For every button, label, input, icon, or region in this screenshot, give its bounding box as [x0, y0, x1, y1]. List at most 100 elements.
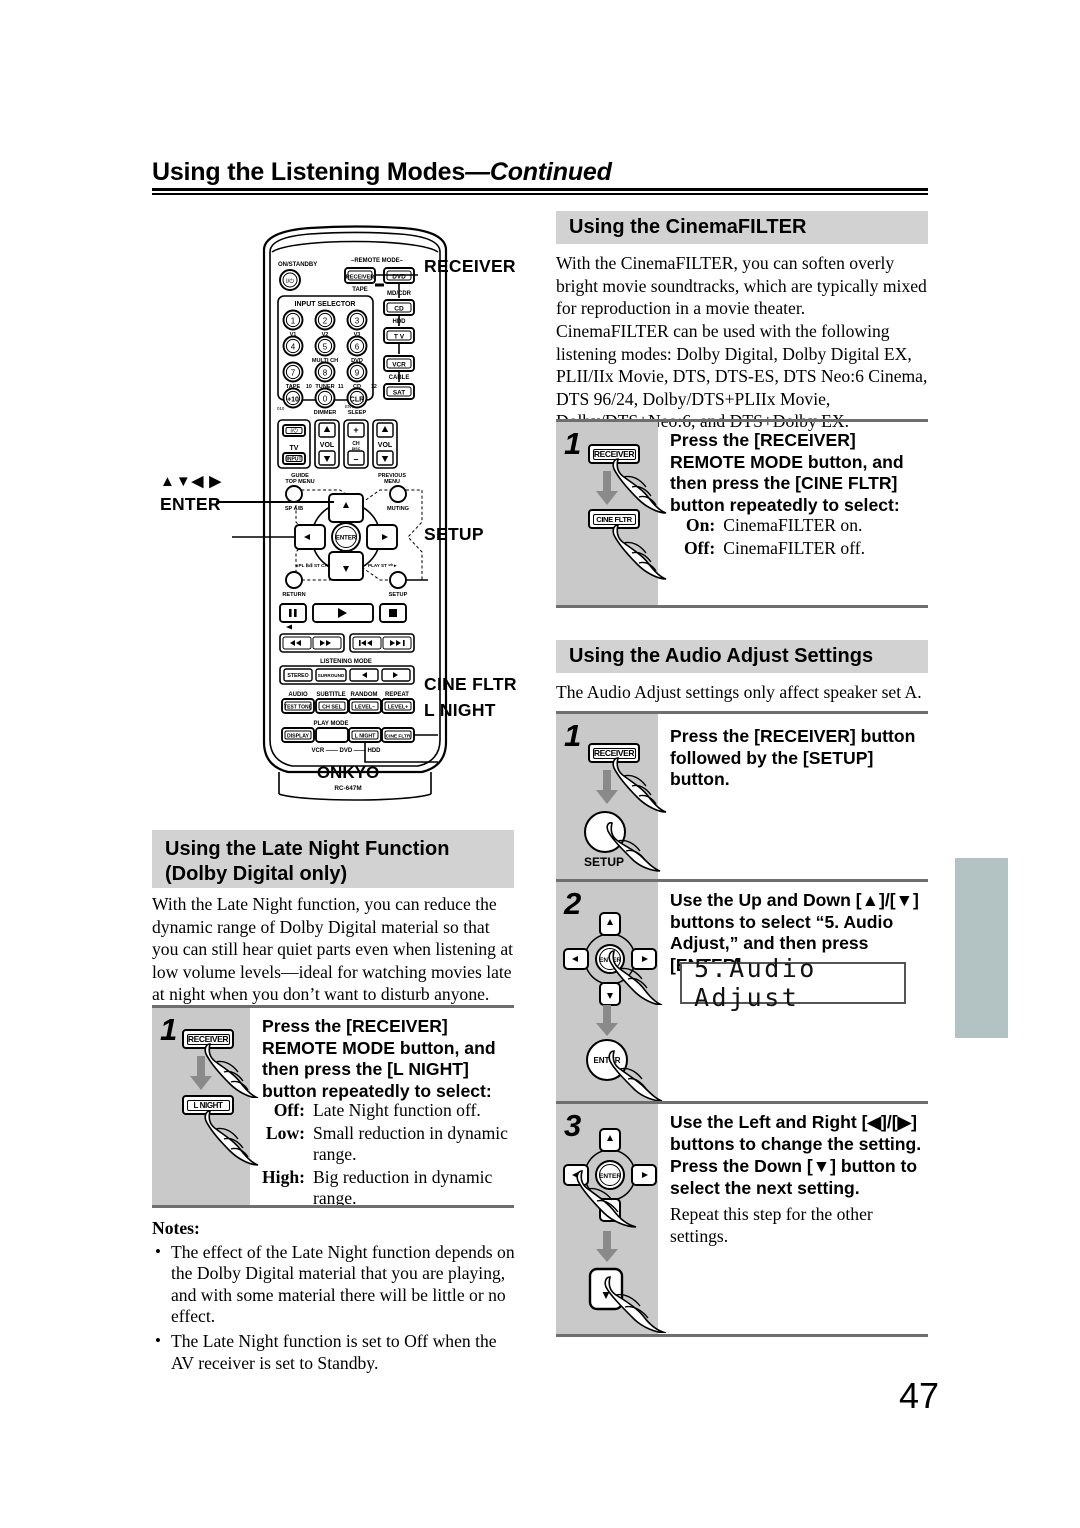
svg-text:INPUT SELECTOR: INPUT SELECTOR — [295, 301, 356, 308]
svg-text:CD: CD — [394, 306, 404, 313]
note-item: The Late Night function is set to Off wh… — [152, 1330, 518, 1374]
pointing-hand-icon — [608, 950, 663, 1005]
svg-text:VOL: VOL — [378, 442, 393, 449]
pointing-hand-icon-2 — [204, 1110, 259, 1166]
option-row: Off: Late Night function off. — [262, 1100, 514, 1123]
svg-text:RC-647M: RC-647M — [334, 785, 361, 792]
step-instruction-text: Press the [RECEIVER] REMOTE MODE button,… — [262, 1016, 496, 1101]
cinemafilter-paragraph-1: With the CinemaFILTER, you can soften ov… — [556, 253, 927, 319]
page-title: Using the Listening Modes—Continued — [152, 158, 928, 187]
svg-text:RETURN: RETURN — [282, 592, 305, 598]
svg-text:CH SEL: CH SEL — [322, 705, 342, 711]
step-instruction-text: Press the [RECEIVER] button followed by … — [670, 726, 916, 789]
header-rule-thick — [152, 188, 928, 191]
svg-text:+: + — [353, 425, 358, 435]
svg-text:–REMOTE MODE–: –REMOTE MODE– — [351, 258, 404, 264]
svg-text:ENTER: ENTER — [336, 536, 357, 542]
pointing-hand-icon — [612, 458, 667, 514]
audio-adjust-bottom-rule — [556, 1334, 928, 1337]
svg-text:3: 3 — [355, 317, 360, 326]
section-title-late-night: Using the Late Night Function (Dolby Dig… — [152, 830, 514, 888]
late-night-step-1: 1 RECEIVER L NIGHT Press the [RECEIVER] … — [152, 1005, 514, 1208]
late-night-bottom-rule — [152, 1205, 514, 1208]
svg-text:TEST TONE: TEST TONE — [284, 705, 313, 711]
down-arrow-icon — [596, 1231, 618, 1262]
notes-list: The effect of the Late Night function de… — [152, 1241, 518, 1375]
svg-text:4: 4 — [291, 343, 296, 352]
page-side-tab — [955, 858, 1008, 1038]
callout-leader-enter — [216, 501, 334, 503]
late-night-title-line-1: Using the Late Night Function — [165, 838, 450, 860]
svg-text:SURROUND: SURROUND — [318, 673, 345, 678]
manual-page: Using the Listening Modes—Continued .ol{… — [0, 0, 1080, 1528]
svg-text:ON/STANDBY: ON/STANDBY — [278, 262, 317, 268]
svg-text:TAPE: TAPE — [352, 287, 368, 293]
svg-text:10: 10 — [306, 384, 312, 390]
svg-text:RECEIVER: RECEIVER — [346, 275, 375, 281]
svg-text:LISTENING MODE: LISTENING MODE — [320, 659, 372, 665]
audio-adjust-step-1: 1 RECEIVER SETUP Press the [RECEIVER] bu… — [556, 711, 928, 879]
svg-text:LEVEL+: LEVEL+ — [388, 705, 409, 711]
pointing-hand-icon — [612, 757, 667, 813]
pointing-hand-icon-2 — [606, 822, 661, 872]
notes-block: Notes: The effect of the Late Night func… — [152, 1218, 518, 1377]
svg-text:SP A/B: SP A/B — [285, 506, 303, 512]
svg-text:SLEEP: SLEEP — [348, 410, 367, 416]
svg-text:L NIGHT: L NIGHT — [355, 734, 376, 740]
cinemafilter-paragraph-2: CinemaFILTER can be used with the follow… — [556, 321, 928, 431]
step-number: 1 — [564, 718, 582, 753]
svg-text:8: 8 — [323, 369, 328, 378]
pointing-hand-icon — [576, 1170, 637, 1228]
svg-text:TOP MENU: TOP MENU — [285, 479, 314, 485]
step-instruction-text-b: Press the Down [▼] button to select the … — [670, 1156, 918, 1198]
svg-text:+10: +10 — [287, 397, 299, 404]
option-row: High: Big reduction in dynamic range. — [262, 1167, 514, 1211]
svg-text:MUTING: MUTING — [387, 506, 409, 512]
svg-text:DIMMER: DIMMER — [314, 410, 337, 416]
svg-text:7: 7 — [291, 369, 296, 378]
svg-text:ENT: ENT — [345, 404, 354, 409]
svg-text:T V: T V — [394, 334, 405, 341]
page-title-continued: —Continued — [465, 158, 612, 186]
svg-text:VOL: VOL — [320, 442, 335, 449]
callout-l-night: L NIGHT — [424, 700, 496, 720]
callout-setup: SETUP — [424, 524, 484, 544]
option-value: CinemaFILTER off. — [723, 537, 865, 558]
callout-cine-fltr: CINE FLTR — [424, 674, 517, 694]
notes-heading: Notes: — [152, 1218, 200, 1238]
cinemafilter-options: On: CinemaFILTER on. Off: CinemaFILTER o… — [684, 515, 928, 560]
svg-text:TV: TV — [290, 445, 299, 452]
svg-text:SUBTITLE: SUBTITLE — [316, 692, 345, 698]
cinemafilter-step-1: 1 RECEIVER CINE FLTR Press the [RECEIVER… — [556, 419, 928, 605]
callout-arrow-glyphs: ▲▼◀ ▶ — [160, 473, 222, 490]
note-item: The effect of the Late Night function de… — [152, 1241, 518, 1328]
step-note: Repeat this step for the other settings. — [670, 1204, 873, 1246]
pointing-hand-icon-2 — [612, 524, 667, 580]
callout-enter: ENTER — [160, 494, 221, 514]
late-night-options: Off: Late Night function off. Low: Small… — [262, 1100, 514, 1211]
svg-text:9: 9 — [355, 369, 360, 378]
svg-text:I/⏻: I/⏻ — [286, 278, 294, 285]
svg-text:SETUP: SETUP — [389, 592, 408, 598]
option-key: Low: — [265, 1122, 306, 1143]
late-night-paragraph: With the Late Night function, you can re… — [152, 894, 514, 1005]
svg-text:LEVEL–: LEVEL– — [355, 705, 375, 711]
step-number: 1 — [160, 1012, 178, 1047]
audio-adjust-step-3: 3 ENTER Use the Left and Right [◀]/[▶] b… — [556, 1101, 928, 1337]
svg-text:0: 0 — [323, 395, 328, 404]
svg-text:AUDIO: AUDIO — [288, 692, 308, 698]
svg-text:5: 5 — [323, 343, 328, 352]
svg-text:PLAY MODE: PLAY MODE — [313, 721, 348, 727]
option-row: Low: Small reduction in dynamic range. — [262, 1123, 514, 1167]
step-instruction-text: Press the [RECEIVER] REMOTE MODE button,… — [670, 430, 904, 515]
option-row: Off: CinemaFILTER off. — [684, 538, 865, 561]
option-key: Off: — [273, 1100, 306, 1120]
page-number: 47 — [899, 1375, 940, 1416]
svg-text:6: 6 — [355, 343, 360, 352]
option-value: CinemaFILTER on. — [723, 515, 863, 535]
svg-text:MENU: MENU — [384, 479, 400, 485]
svg-text:010: 010 — [277, 406, 285, 411]
pointing-hand-icon-2 — [608, 1050, 663, 1101]
svg-text:VCR —— DVD —— HDD: VCR —— DVD —— HDD — [311, 748, 381, 754]
section-title-audio-adjust: Using the Audio Adjust Settings — [556, 640, 928, 673]
